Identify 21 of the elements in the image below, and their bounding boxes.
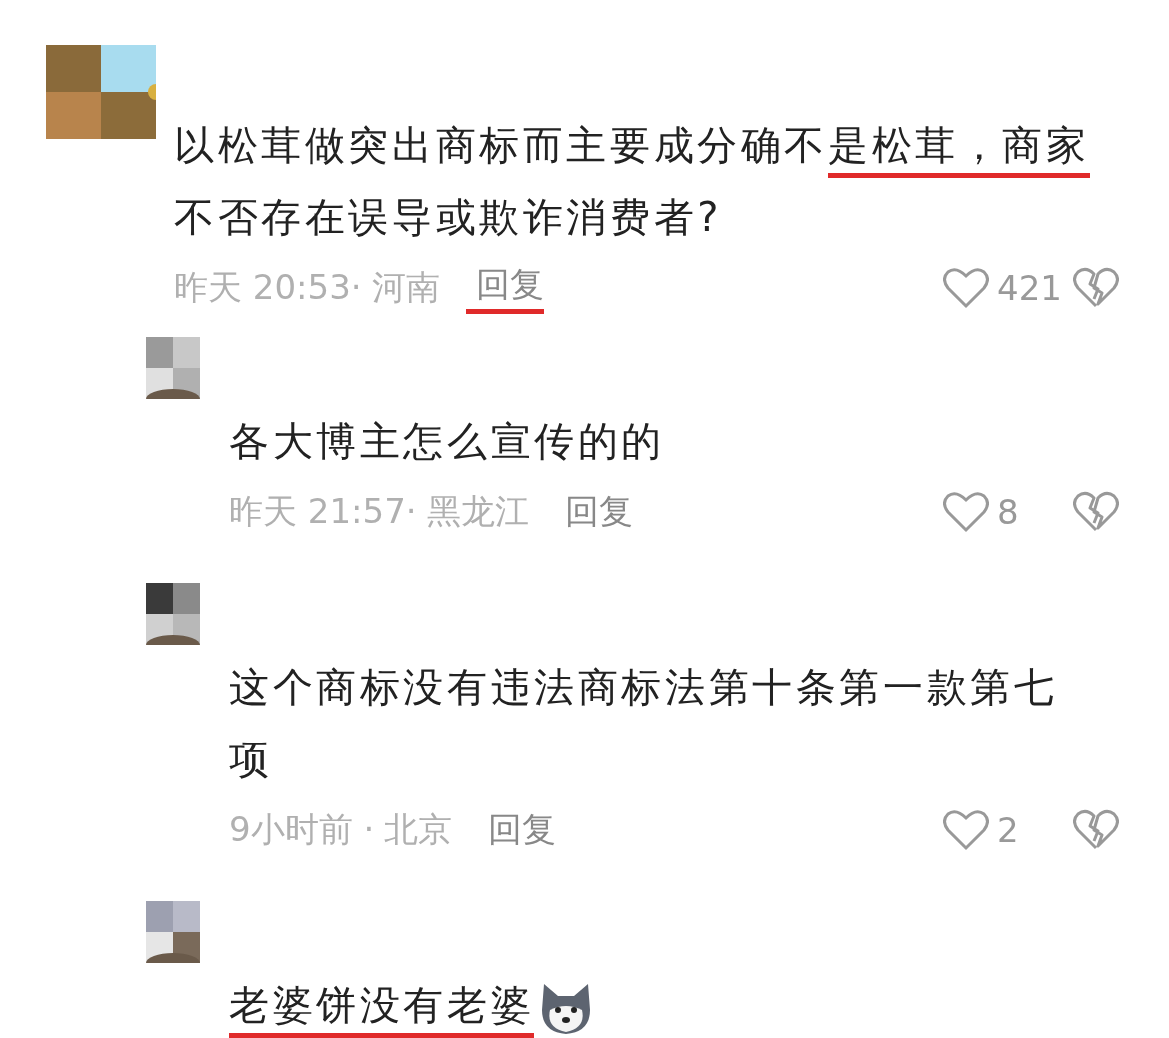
comment-text: 这个商标没有违法商标法第十条第一款第七项 — [229, 663, 1059, 784]
reply-button[interactable]: 回复 — [488, 807, 557, 853]
like-count: 421 — [997, 268, 1062, 308]
like-count: 2 — [997, 810, 1019, 850]
like-count: 8 — [997, 492, 1019, 532]
comment-text: 以松茸做突出商标而主要成分确不是松茸，商家 不否存在误导或欺诈消费者? — [174, 121, 1091, 242]
comment-location: 黑龙江 — [426, 490, 529, 533]
comment-location: 北京 — [384, 808, 453, 851]
broken-heart-icon[interactable] — [1073, 809, 1119, 851]
comment-time: 9小时前 · — [229, 808, 375, 851]
reply-button[interactable]: 回复 — [564, 489, 633, 535]
heart-icon[interactable] — [943, 491, 989, 533]
comment-time: 昨天 21:57· — [229, 490, 417, 533]
comment-time: 昨天 20:53· — [174, 266, 362, 309]
broken-heart-icon[interactable] — [1073, 267, 1119, 309]
broken-heart-icon[interactable] — [1073, 491, 1119, 533]
comment-text: 各大博主怎么宣传的的 — [229, 417, 666, 466]
heart-icon[interactable] — [943, 267, 989, 309]
comment-location: 河南 — [371, 266, 440, 309]
comment-text: 老婆饼没有老婆 — [229, 969, 1089, 1038]
heart-icon[interactable] — [943, 809, 989, 851]
